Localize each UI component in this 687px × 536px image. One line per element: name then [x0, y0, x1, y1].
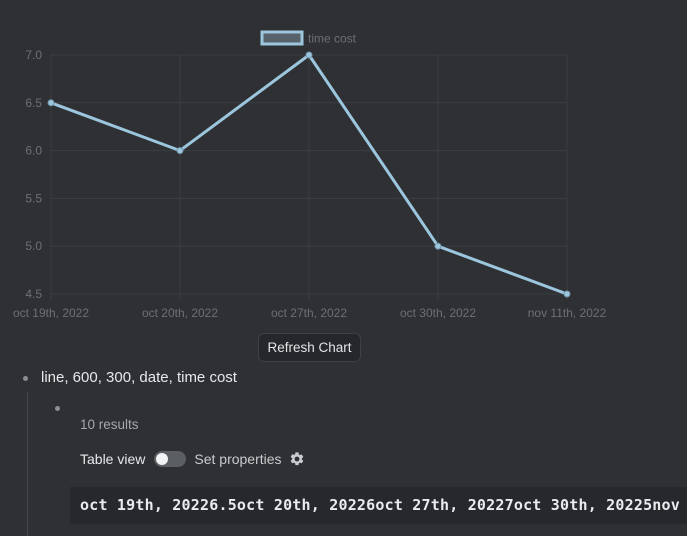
chart-legend[interactable]: time cost: [260, 30, 357, 46]
child-thread-line: [27, 392, 28, 536]
data-point[interactable]: [305, 51, 313, 59]
line-chart: 7.0 6.5 6.0 5.5 5.0 4.5 oct 19th, 2022 oct 20t…: [13, 30, 607, 320]
y-tick-label: 6.5: [25, 96, 42, 110]
x-tick-label: oct 19th, 2022: [13, 306, 89, 320]
x-axis-ticks: oct 19th, 2022 oct 20th, 2022 oct 27th, 20…: [13, 306, 607, 320]
y-tick-label: 4.5: [25, 287, 42, 301]
block-bullet[interactable]: [23, 376, 28, 381]
query-controls: Table view Set properties: [80, 450, 305, 468]
block-text[interactable]: line, 600, 300, date, time cost: [41, 369, 237, 386]
query-results-count: 10 results: [80, 417, 139, 432]
data-point[interactable]: [176, 147, 184, 155]
query-result-code-block[interactable]: oct 19th, 20226.5oct 20th, 20226oct 27th…: [70, 487, 687, 524]
x-tick-label: oct 27th, 2022: [271, 306, 347, 320]
toggle-knob: [156, 453, 169, 465]
y-tick-label: 5.5: [25, 191, 42, 205]
y-axis-ticks: 7.0 6.5 6.0 5.5 5.0 4.5: [25, 48, 42, 301]
set-properties-label[interactable]: Set properties: [194, 451, 281, 467]
legend-swatch: [260, 30, 304, 46]
data-point[interactable]: [47, 99, 55, 107]
refresh-chart-button[interactable]: Refresh Chart: [258, 333, 361, 362]
x-tick-label: nov 11th, 2022: [528, 306, 607, 320]
table-view-label: Table view: [80, 451, 146, 467]
data-point[interactable]: [434, 242, 442, 250]
table-view-toggle[interactable]: [154, 451, 187, 467]
y-tick-label: 6.0: [25, 144, 42, 158]
chart-grid: [50, 54, 568, 300]
y-tick-label: 5.0: [25, 239, 42, 253]
y-tick-label: 7.0: [25, 48, 42, 62]
gear-icon[interactable]: [289, 451, 305, 467]
child-block-bullet[interactable]: [55, 406, 60, 411]
query-result-text: oct 19th, 20226.5oct 20th, 20226oct 27th…: [80, 496, 687, 514]
data-point[interactable]: [563, 290, 571, 298]
x-tick-label: oct 30th, 2022: [400, 306, 476, 320]
legend-label-time-cost: time cost: [308, 32, 357, 46]
x-tick-label: oct 20th, 2022: [142, 306, 218, 320]
